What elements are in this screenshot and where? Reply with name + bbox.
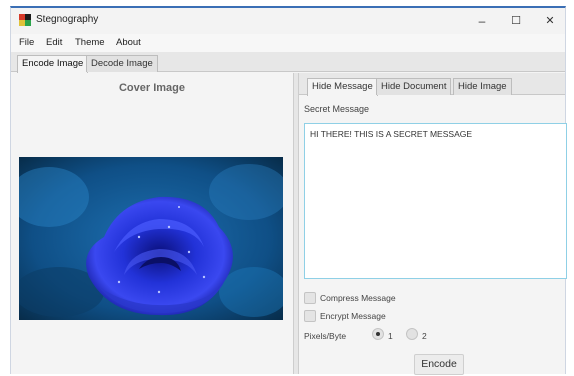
secret-message-label: Secret Message bbox=[304, 104, 370, 114]
menu-about[interactable]: About bbox=[116, 37, 141, 48]
pixels-radio-1-label: 1 bbox=[388, 331, 393, 341]
cover-image-pane: Cover Image bbox=[11, 73, 293, 374]
cover-image[interactable] bbox=[19, 157, 283, 320]
hide-options-pane: Hide Message Hide Document Hide Image Se… bbox=[299, 73, 567, 375]
tab-decode-image[interactable]: Decode Image bbox=[86, 55, 158, 72]
menu-theme[interactable]: Theme bbox=[75, 37, 105, 48]
tab-hide-document[interactable]: Hide Document bbox=[376, 78, 452, 95]
encode-button[interactable]: Encode bbox=[414, 354, 464, 375]
hide-tab-bar: Hide Message Hide Document Hide Image bbox=[299, 73, 565, 96]
window-title: Stegnography bbox=[36, 14, 99, 25]
tab-hide-image[interactable]: Hide Image bbox=[453, 78, 512, 95]
radio-selected-dot bbox=[376, 332, 380, 336]
app-icon bbox=[19, 14, 31, 26]
maximize-button[interactable]: ☐ bbox=[503, 12, 529, 30]
menu-edit[interactable]: Edit bbox=[46, 37, 62, 48]
close-button[interactable]: ✕ bbox=[537, 12, 563, 30]
app-window: Stegnography – ☐ ✕ File Edit Theme About… bbox=[10, 6, 567, 375]
encrypt-message-label: Encrypt Message bbox=[320, 311, 386, 321]
pixels-radio-1[interactable] bbox=[372, 328, 384, 340]
minimize-button[interactable]: – bbox=[469, 12, 495, 30]
secret-message-textarea[interactable]: HI THERE! THIS IS A SECRET MESSAGE bbox=[304, 123, 567, 279]
title-bar[interactable]: Stegnography – ☐ ✕ bbox=[11, 8, 565, 34]
tab-encode-image[interactable]: Encode Image bbox=[17, 55, 89, 73]
main-tab-bar: Encode Image Decode Image bbox=[11, 52, 565, 73]
pixels-radio-2-label: 2 bbox=[422, 331, 427, 341]
pixels-radio-2[interactable] bbox=[406, 328, 418, 340]
pixels-per-byte-label: Pixels/Byte bbox=[304, 331, 347, 341]
encrypt-message-checkbox[interactable] bbox=[304, 310, 316, 322]
menu-bar: File Edit Theme About bbox=[11, 34, 565, 52]
menu-file[interactable]: File bbox=[19, 37, 34, 48]
compress-message-checkbox[interactable] bbox=[304, 292, 316, 304]
tab-hide-message[interactable]: Hide Message bbox=[307, 78, 378, 96]
compress-message-label: Compress Message bbox=[320, 293, 396, 303]
cover-image-title: Cover Image bbox=[118, 82, 186, 94]
